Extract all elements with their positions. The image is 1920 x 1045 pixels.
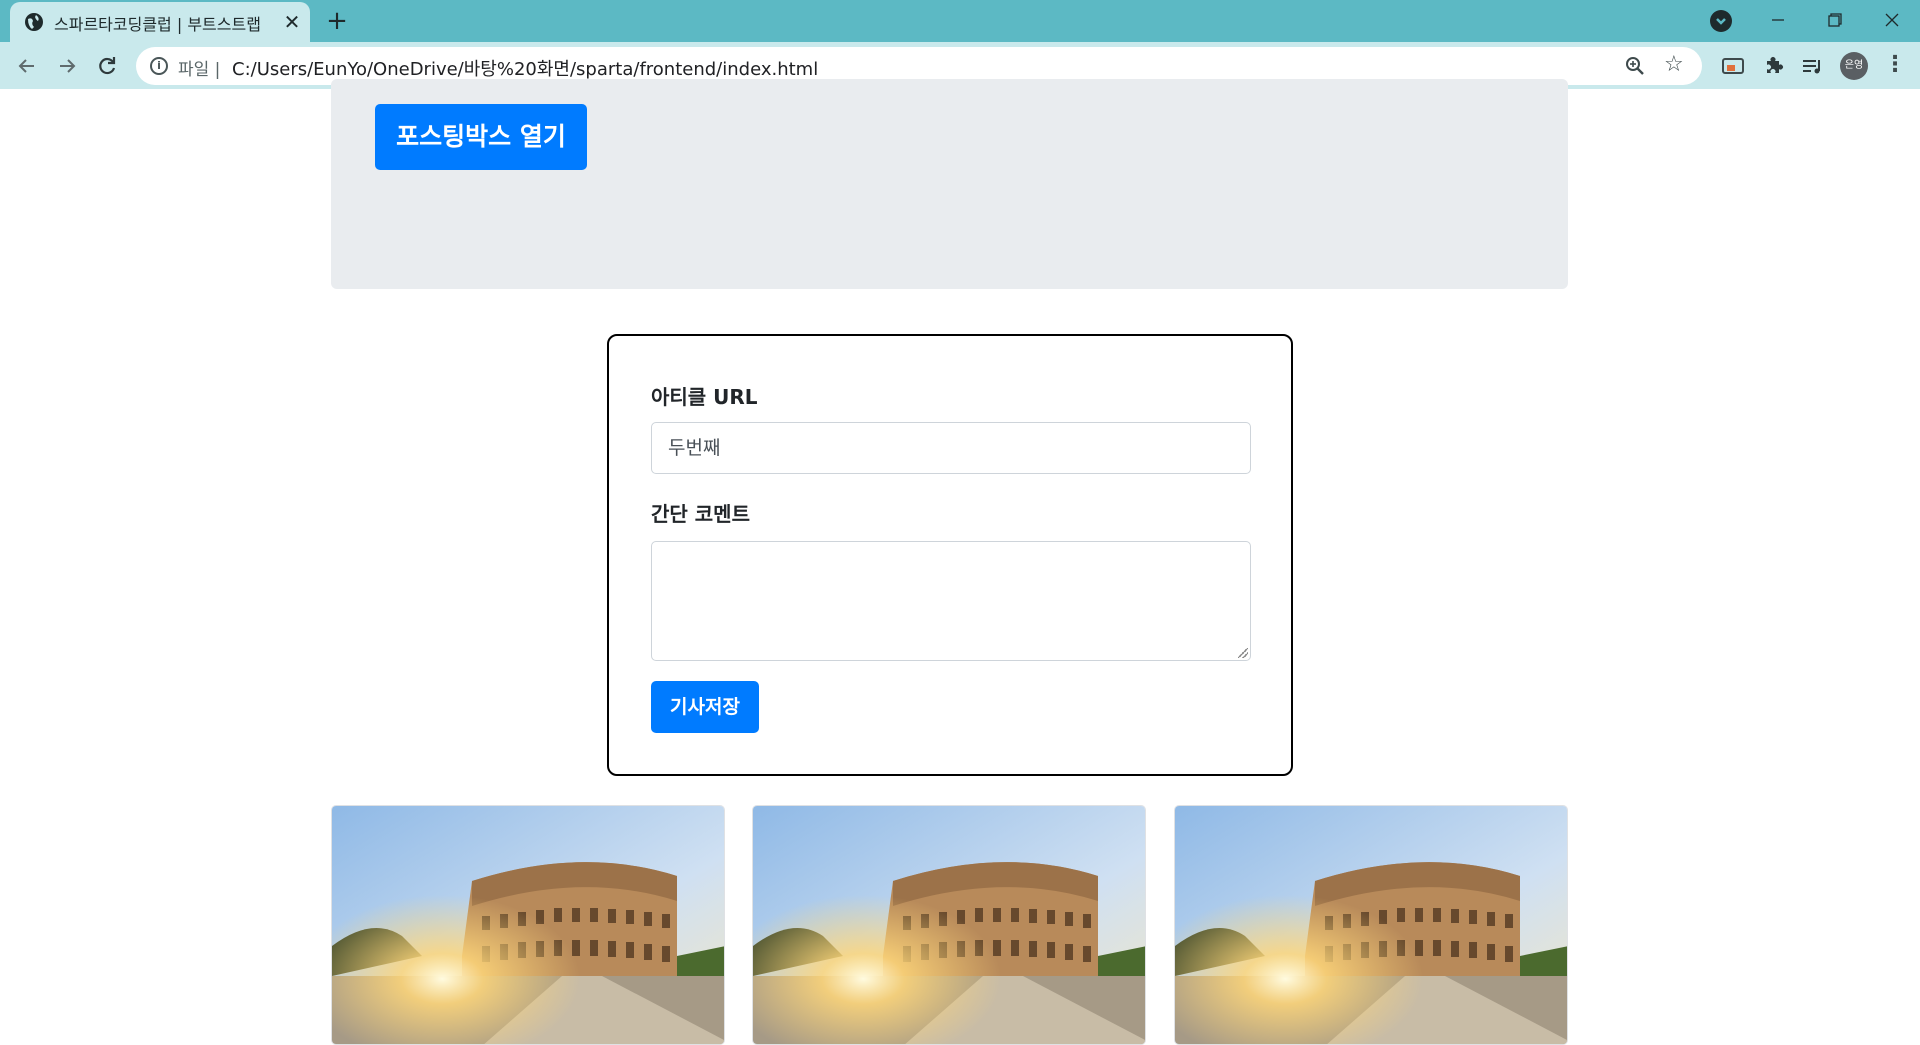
back-button[interactable] bbox=[12, 51, 42, 81]
card[interactable] bbox=[752, 805, 1146, 1045]
card[interactable] bbox=[1174, 805, 1568, 1045]
colosseum-image bbox=[332, 806, 724, 1044]
reload-icon bbox=[99, 57, 116, 75]
window-close-button[interactable] bbox=[1872, 4, 1912, 36]
media-cast-icon[interactable] bbox=[1719, 52, 1747, 80]
tab-strip: 스파르타코딩클럽 | 부트스트랩 ✕ + bbox=[0, 0, 1920, 42]
article-url-input[interactable]: 두번째 bbox=[651, 422, 1251, 474]
tab-active[interactable]: 스파르타코딩클럽 | 부트스트랩 ✕ bbox=[10, 2, 310, 42]
browser-chrome: 스파르타코딩클럽 | 부트스트랩 ✕ + i 파일 | C:/Users/Eun… bbox=[0, 0, 1920, 89]
save-article-button[interactable]: 기사저장 bbox=[651, 681, 759, 733]
three-dots-icon[interactable]: ⋮ bbox=[1884, 50, 1906, 80]
colosseum-image bbox=[753, 806, 1145, 1044]
comment-textarea[interactable] bbox=[651, 541, 1251, 661]
posting-box: 아티클 URL 두번째 간단 코멘트 기사저장 bbox=[607, 334, 1293, 776]
article-url-label: 아티클 URL bbox=[651, 385, 758, 409]
arrow-left-icon bbox=[18, 59, 34, 73]
restore-button[interactable] bbox=[1814, 4, 1854, 36]
reload-button[interactable] bbox=[92, 51, 122, 81]
colosseum-image bbox=[1175, 806, 1567, 1044]
profile-avatar[interactable]: 은영 bbox=[1840, 52, 1868, 80]
star-icon[interactable]: ☆ bbox=[1664, 52, 1684, 77]
tab-search-icon[interactable] bbox=[1710, 10, 1732, 32]
tab-title: 스파르타코딩클럽 | 부트스트랩 bbox=[54, 15, 261, 34]
new-tab-button[interactable]: + bbox=[322, 6, 352, 36]
globe-icon bbox=[25, 13, 43, 31]
open-posting-box-button[interactable]: 포스팅박스 열기 bbox=[375, 104, 587, 170]
card[interactable] bbox=[331, 805, 725, 1045]
comment-label: 간단 코멘트 bbox=[651, 502, 750, 526]
jumbotron: 포스팅박스 열기 bbox=[331, 79, 1568, 289]
card-deck bbox=[331, 805, 1568, 1045]
resize-grip-icon[interactable] bbox=[1238, 648, 1248, 658]
zoom-icon[interactable] bbox=[1624, 55, 1646, 77]
minimize-button[interactable] bbox=[1758, 4, 1798, 36]
arrow-right-icon bbox=[60, 59, 76, 73]
address-chip: 파일 | bbox=[178, 60, 221, 80]
page-content: 포스팅박스 열기 아티클 URL 두번째 간단 코멘트 기사저장 bbox=[0, 79, 1920, 1045]
close-icon[interactable]: ✕ bbox=[280, 10, 304, 34]
info-icon[interactable]: i bbox=[150, 57, 168, 75]
url-text[interactable]: C:/Users/EunYo/OneDrive/바탕%20화면/sparta/f… bbox=[232, 55, 818, 81]
puzzle-icon[interactable] bbox=[1759, 52, 1787, 80]
media-queue-icon[interactable] bbox=[1799, 52, 1827, 80]
forward-button[interactable] bbox=[52, 51, 82, 81]
